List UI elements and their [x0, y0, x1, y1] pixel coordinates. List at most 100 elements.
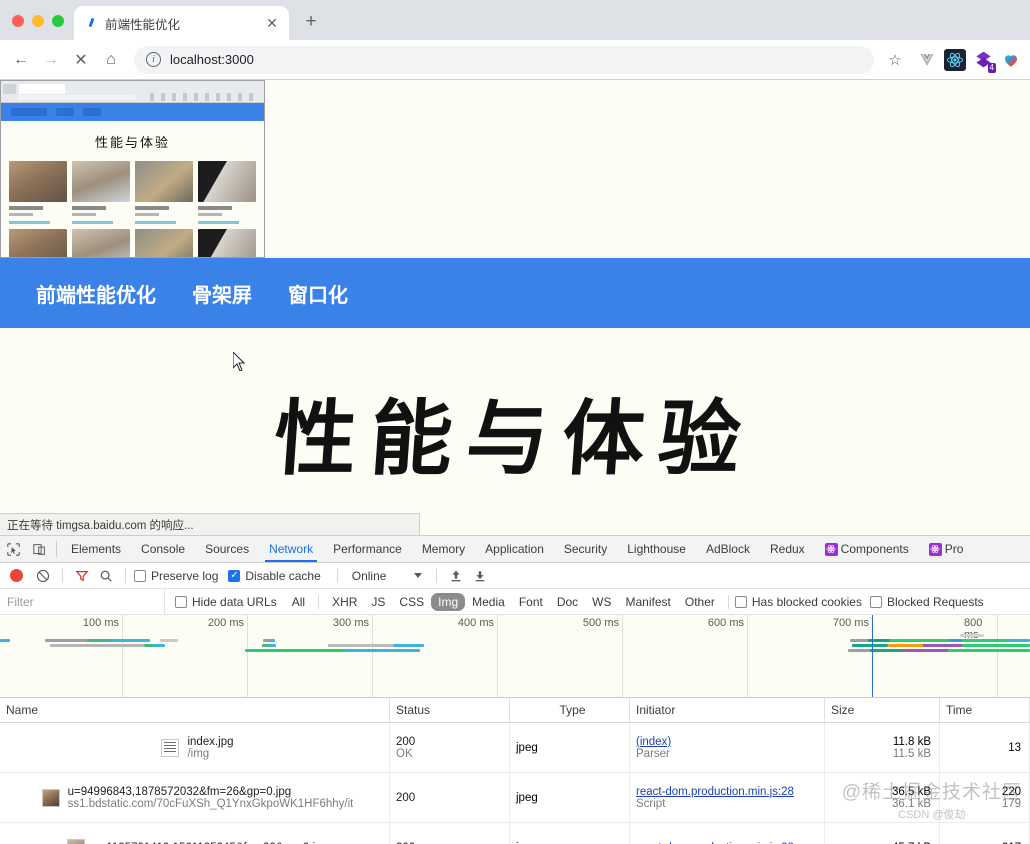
- page-status-text: 正在等待 timgsa.baidu.com 的响应...: [7, 519, 194, 532]
- overview-request-bar: [848, 649, 1030, 652]
- minimize-window-button[interactable]: [32, 15, 44, 27]
- address-bar[interactable]: i localhost:3000: [134, 45, 874, 74]
- disable-cache-checkbox[interactable]: Disable cache: [228, 569, 321, 583]
- filter-type-other[interactable]: Other: [678, 593, 722, 611]
- table-row[interactable]: u=94996843,1878572032&fm=26&gp=0.jpg ss1…: [0, 773, 1030, 823]
- resource-size: 36.1 kB: [892, 797, 931, 810]
- column-header-initiator[interactable]: Initiator: [630, 698, 825, 722]
- site-nav-item-2[interactable]: 窗口化: [288, 279, 348, 308]
- filter-type-img[interactable]: Img: [431, 592, 466, 611]
- devtools-tab-components[interactable]: Components: [815, 536, 919, 562]
- devtools-tab-performance[interactable]: Performance: [323, 536, 412, 562]
- close-tab-icon[interactable]: ✕: [263, 14, 281, 32]
- inspect-element-icon[interactable]: [0, 536, 26, 562]
- react-logo-icon: [928, 542, 942, 556]
- filter-type-manifest[interactable]: Manifest: [619, 593, 678, 611]
- import-har-icon[interactable]: [445, 565, 467, 587]
- devtools-tab-profiler[interactable]: Pro: [919, 536, 974, 562]
- browser-tab[interactable]: 前端性能优化 ✕: [74, 6, 289, 40]
- disable-cache-box[interactable]: [228, 569, 241, 583]
- filter-type-all[interactable]: All: [285, 593, 312, 611]
- request-type: jpeg: [516, 741, 538, 754]
- cell-time: 220 179: [940, 773, 1030, 822]
- site-nav-item-0[interactable]: 前端性能优化: [36, 279, 156, 308]
- filter-type-js[interactable]: JS: [364, 593, 392, 611]
- column-header-type[interactable]: Type: [510, 698, 630, 722]
- forward-button[interactable]: →: [36, 45, 66, 75]
- maximize-window-button[interactable]: [52, 15, 64, 27]
- cell-name[interactable]: u=1125791419,1561105245&fm=26&gp=0.jpg: [0, 823, 390, 844]
- site-info-icon[interactable]: i: [146, 52, 161, 67]
- has-blocked-cookies-checkbox[interactable]: Has blocked cookies: [734, 595, 862, 609]
- preview-card: [135, 161, 193, 224]
- new-tab-button[interactable]: +: [297, 8, 325, 36]
- preserve-log-checkbox[interactable]: Preserve log: [134, 569, 218, 583]
- filter-type-css[interactable]: CSS: [392, 593, 431, 611]
- back-button[interactable]: ←: [6, 45, 36, 75]
- initiator-link[interactable]: react-dom.production.min.js:28: [636, 786, 824, 798]
- extension-badge-count: 4: [987, 62, 996, 73]
- filter-type-doc[interactable]: Doc: [550, 593, 585, 611]
- export-har-icon[interactable]: [469, 565, 491, 587]
- preview-card: [198, 161, 256, 224]
- devtools-tab-sources[interactable]: Sources: [195, 536, 259, 562]
- filter-type-ws[interactable]: WS: [585, 593, 618, 611]
- devtools-tab-adblock[interactable]: AdBlock: [696, 536, 760, 562]
- toggle-device-toolbar-icon[interactable]: [26, 536, 52, 562]
- chevron-down-icon: [414, 573, 423, 578]
- devtools-tab-console[interactable]: Console: [131, 536, 195, 562]
- filter-type-font[interactable]: Font: [512, 593, 550, 611]
- stop-loading-button[interactable]: ✕: [66, 45, 96, 75]
- site-nav-bar: 前端性能优化 骨架屏 窗口化: [0, 258, 1030, 328]
- hide-data-urls-checkbox[interactable]: Hide data URLs: [175, 595, 277, 609]
- cell-type: jpeg: [510, 823, 630, 844]
- table-row[interactable]: index.jpg /img 200 OK jpeg (index) Parse…: [0, 723, 1030, 773]
- has-blocked-cookies-box[interactable]: [734, 595, 747, 608]
- column-header-name[interactable]: Name: [0, 698, 390, 722]
- table-row[interactable]: u=1125791419,1561105245&fm=26&gp=0.jpg 2…: [0, 823, 1030, 844]
- hide-data-urls-box[interactable]: [175, 595, 187, 608]
- devtools-tab-memory[interactable]: Memory: [412, 536, 475, 562]
- filter-toggle-icon[interactable]: [71, 565, 93, 587]
- cell-status: 200: [390, 773, 510, 822]
- close-window-button[interactable]: [12, 15, 24, 27]
- column-header-size[interactable]: Size: [825, 698, 940, 722]
- home-button[interactable]: ⌂: [96, 45, 126, 75]
- blocked-requests-checkbox[interactable]: Blocked Requests: [869, 594, 984, 609]
- cell-name[interactable]: u=94996843,1878572032&fm=26&gp=0.jpg ss1…: [0, 773, 390, 822]
- overview-tick-200ms: 200 ms: [207, 617, 244, 629]
- column-header-status[interactable]: Status: [390, 698, 510, 722]
- throttling-select[interactable]: Online: [346, 569, 429, 583]
- record-network-button[interactable]: [10, 569, 23, 582]
- blocked-requests-label: Blocked Requests: [886, 594, 984, 609]
- purple-extension-icon[interactable]: 4: [972, 49, 996, 73]
- bookmark-star-icon[interactable]: ☆: [880, 45, 910, 75]
- clear-network-icon[interactable]: [32, 565, 54, 587]
- transfer-size: 36.5 kB: [892, 785, 931, 798]
- overview-tick-600ms: 600 ms: [707, 617, 744, 629]
- filter-type-media[interactable]: Media: [465, 593, 512, 611]
- network-filter-input[interactable]: Filter: [0, 588, 165, 615]
- preserve-log-box[interactable]: [134, 569, 146, 582]
- initiator-link[interactable]: (index): [636, 736, 824, 748]
- devtools-tab-security[interactable]: Security: [554, 536, 617, 562]
- devtools-tab-lighthouse[interactable]: Lighthouse: [617, 536, 696, 562]
- cell-name[interactable]: index.jpg /img: [0, 723, 390, 772]
- tab-loading-icon: [86, 17, 98, 29]
- heart-extension-icon[interactable]: [1000, 49, 1022, 71]
- tab-title: 前端性能优化: [105, 17, 181, 32]
- vue-devtools-icon[interactable]: [916, 49, 938, 71]
- search-icon[interactable]: [95, 565, 117, 587]
- site-nav-item-1[interactable]: 骨架屏: [192, 279, 252, 308]
- devtools-tab-network[interactable]: Network: [259, 536, 323, 562]
- react-devtools-icon[interactable]: [944, 48, 966, 71]
- column-header-time[interactable]: Time: [940, 698, 1030, 722]
- blocked-requests-box[interactable]: [869, 595, 882, 608]
- filter-type-xhr[interactable]: XHR: [325, 593, 364, 611]
- devtools-tab-redux[interactable]: Redux: [760, 536, 815, 562]
- network-overview-timeline[interactable]: 100 ms 200 ms 300 ms 400 ms 500 ms 600 m…: [0, 615, 1030, 698]
- tab-strip: 前端性能优化 ✕ +: [0, 0, 1030, 40]
- devtools-tab-elements[interactable]: Elements: [61, 536, 131, 562]
- devtools-tab-application[interactable]: Application: [475, 536, 554, 562]
- image-thumb-icon: [67, 838, 86, 844]
